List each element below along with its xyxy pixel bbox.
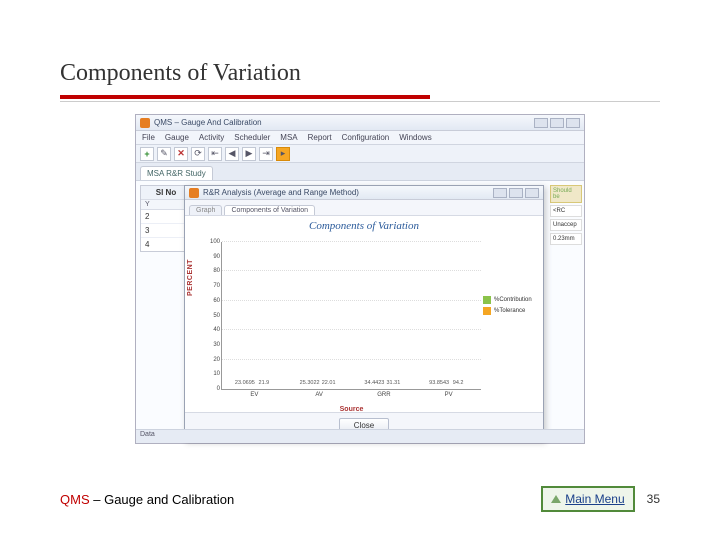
- dialog-titlebar: R&R Analysis (Average and Range Method): [185, 186, 543, 200]
- prev-button[interactable]: ◀: [225, 147, 239, 161]
- y-tick: 10: [204, 371, 222, 377]
- menu-msa[interactable]: MSA: [280, 133, 297, 142]
- menu-activity[interactable]: Activity: [199, 133, 224, 142]
- next-button[interactable]: ▶: [242, 147, 256, 161]
- dialog-icon: [189, 188, 199, 198]
- app-title: QMS – Gauge And Calibration: [154, 118, 534, 127]
- footer-label: QMS – Gauge and Calibration: [60, 492, 234, 507]
- slide-footer: QMS – Gauge and Calibration Main Menu 35: [60, 486, 660, 512]
- legend-item-contribution: %Contribution: [483, 296, 539, 304]
- right-panel-item: Unaccep: [550, 219, 582, 231]
- up-arrow-icon: [551, 495, 561, 503]
- last-button[interactable]: ⇥: [259, 147, 273, 161]
- chart-dialog: R&R Analysis (Average and Range Method) …: [184, 185, 544, 441]
- tab-graph[interactable]: Graph: [189, 205, 222, 215]
- y-tick: 80: [204, 268, 222, 274]
- dialog-minimize-button[interactable]: [493, 188, 507, 198]
- y-tick: 60: [204, 298, 222, 304]
- menu-report[interactable]: Report: [308, 133, 332, 142]
- close-button[interactable]: [566, 118, 580, 128]
- y-tick: 50: [204, 313, 222, 319]
- y-tick: 100: [204, 239, 222, 245]
- menu-configuration[interactable]: Configuration: [342, 133, 390, 142]
- bar-value: 34.4423: [364, 380, 384, 386]
- title-rule: [60, 95, 430, 99]
- y-tick: 40: [204, 327, 222, 333]
- bar-value: 25.3022: [300, 380, 320, 386]
- app-window: QMS – Gauge And Calibration File Gauge A…: [135, 114, 585, 444]
- dialog-tabstrip: Graph Components of Variation: [185, 200, 543, 216]
- y-tick: 0: [204, 386, 222, 392]
- edit-button[interactable]: ✎: [157, 147, 171, 161]
- menu-windows[interactable]: Windows: [399, 133, 431, 142]
- y-tick: 30: [204, 342, 222, 348]
- app-body: Sl No Y 2 3 4 Should be <RC Unaccep 0.23…: [136, 181, 584, 429]
- dialog-title: R&R Analysis (Average and Range Method): [203, 188, 493, 197]
- right-panel: Should be <RC Unaccep 0.23mm: [550, 183, 582, 245]
- y-axis-label: PERCENT: [187, 259, 194, 296]
- menu-gauge[interactable]: Gauge: [165, 133, 189, 142]
- menu-scheduler[interactable]: Scheduler: [234, 133, 270, 142]
- app-icon: [140, 118, 150, 128]
- right-panel-header: Should be: [550, 185, 582, 203]
- statusbar: Data: [136, 429, 584, 443]
- bar-value: 31.31: [386, 380, 400, 386]
- bar-value: 23.0695: [235, 380, 255, 386]
- window-controls: [534, 118, 580, 128]
- legend-item-tolerance: %Tolerance: [483, 307, 539, 315]
- app-tabstrip: MSA R&R Study: [136, 163, 584, 181]
- title-subrule: [60, 101, 660, 102]
- x-tick: AV: [315, 389, 323, 398]
- page-title: Components of Variation: [60, 60, 660, 87]
- x-tick: EV: [250, 389, 258, 398]
- footer-rest: – Gauge and Calibration: [90, 492, 235, 507]
- dialog-close-button[interactable]: [525, 188, 539, 198]
- legend-swatch-icon: [483, 307, 491, 315]
- toolbar: + ✎ ✕ ⟳ ⇤ ◀ ▶ ⇥ ▸: [136, 145, 584, 163]
- menu-file[interactable]: File: [142, 133, 155, 142]
- y-tick: 90: [204, 254, 222, 260]
- menubar: File Gauge Activity Scheduler MSA Report…: [136, 131, 584, 145]
- dialog-window-controls: [493, 188, 539, 198]
- bar-value: 93.8543: [429, 380, 449, 386]
- action-button[interactable]: ▸: [276, 147, 290, 161]
- right-panel-item: <RC: [550, 205, 582, 217]
- bar-value: 21.9: [259, 380, 270, 386]
- legend-label: %Contribution: [494, 297, 532, 303]
- legend-swatch-icon: [483, 296, 491, 304]
- bar-value: 22.01: [322, 380, 336, 386]
- page-number: 35: [647, 492, 660, 506]
- y-tick: 70: [204, 283, 222, 289]
- maximize-button[interactable]: [550, 118, 564, 128]
- dialog-maximize-button[interactable]: [509, 188, 523, 198]
- tab-msa-rr-study[interactable]: MSA R&R Study: [140, 166, 213, 180]
- delete-button[interactable]: ✕: [174, 147, 188, 161]
- tab-components-of-variation[interactable]: Components of Variation: [224, 205, 315, 215]
- plot-area: 0 10 20 30 40 50 60 70 80 90 100: [221, 242, 481, 390]
- refresh-button[interactable]: ⟳: [191, 147, 205, 161]
- footer-app-name: QMS: [60, 492, 90, 507]
- right-panel-item: 0.23mm: [550, 233, 582, 245]
- x-tick: GRR: [377, 389, 390, 398]
- x-tick: PV: [445, 389, 453, 398]
- bars-container: 23.0695 21.9 EV 25.3022 22.01 AV 34.4423: [222, 242, 481, 389]
- add-button[interactable]: +: [140, 147, 154, 161]
- main-menu-button[interactable]: Main Menu: [541, 486, 634, 512]
- legend: %Contribution %Tolerance: [483, 296, 539, 318]
- x-axis-label: Source: [340, 406, 364, 413]
- first-button[interactable]: ⇤: [208, 147, 222, 161]
- chart-title: Components of Variation: [185, 216, 543, 236]
- minimize-button[interactable]: [534, 118, 548, 128]
- chart-area: Components of Variation PERCENT 0 10 20 …: [185, 216, 543, 412]
- legend-label: %Tolerance: [494, 308, 525, 314]
- bar-value: 94.2: [453, 380, 464, 386]
- y-tick: 20: [204, 357, 222, 363]
- app-titlebar: QMS – Gauge And Calibration: [136, 115, 584, 131]
- main-menu-label: Main Menu: [565, 492, 624, 506]
